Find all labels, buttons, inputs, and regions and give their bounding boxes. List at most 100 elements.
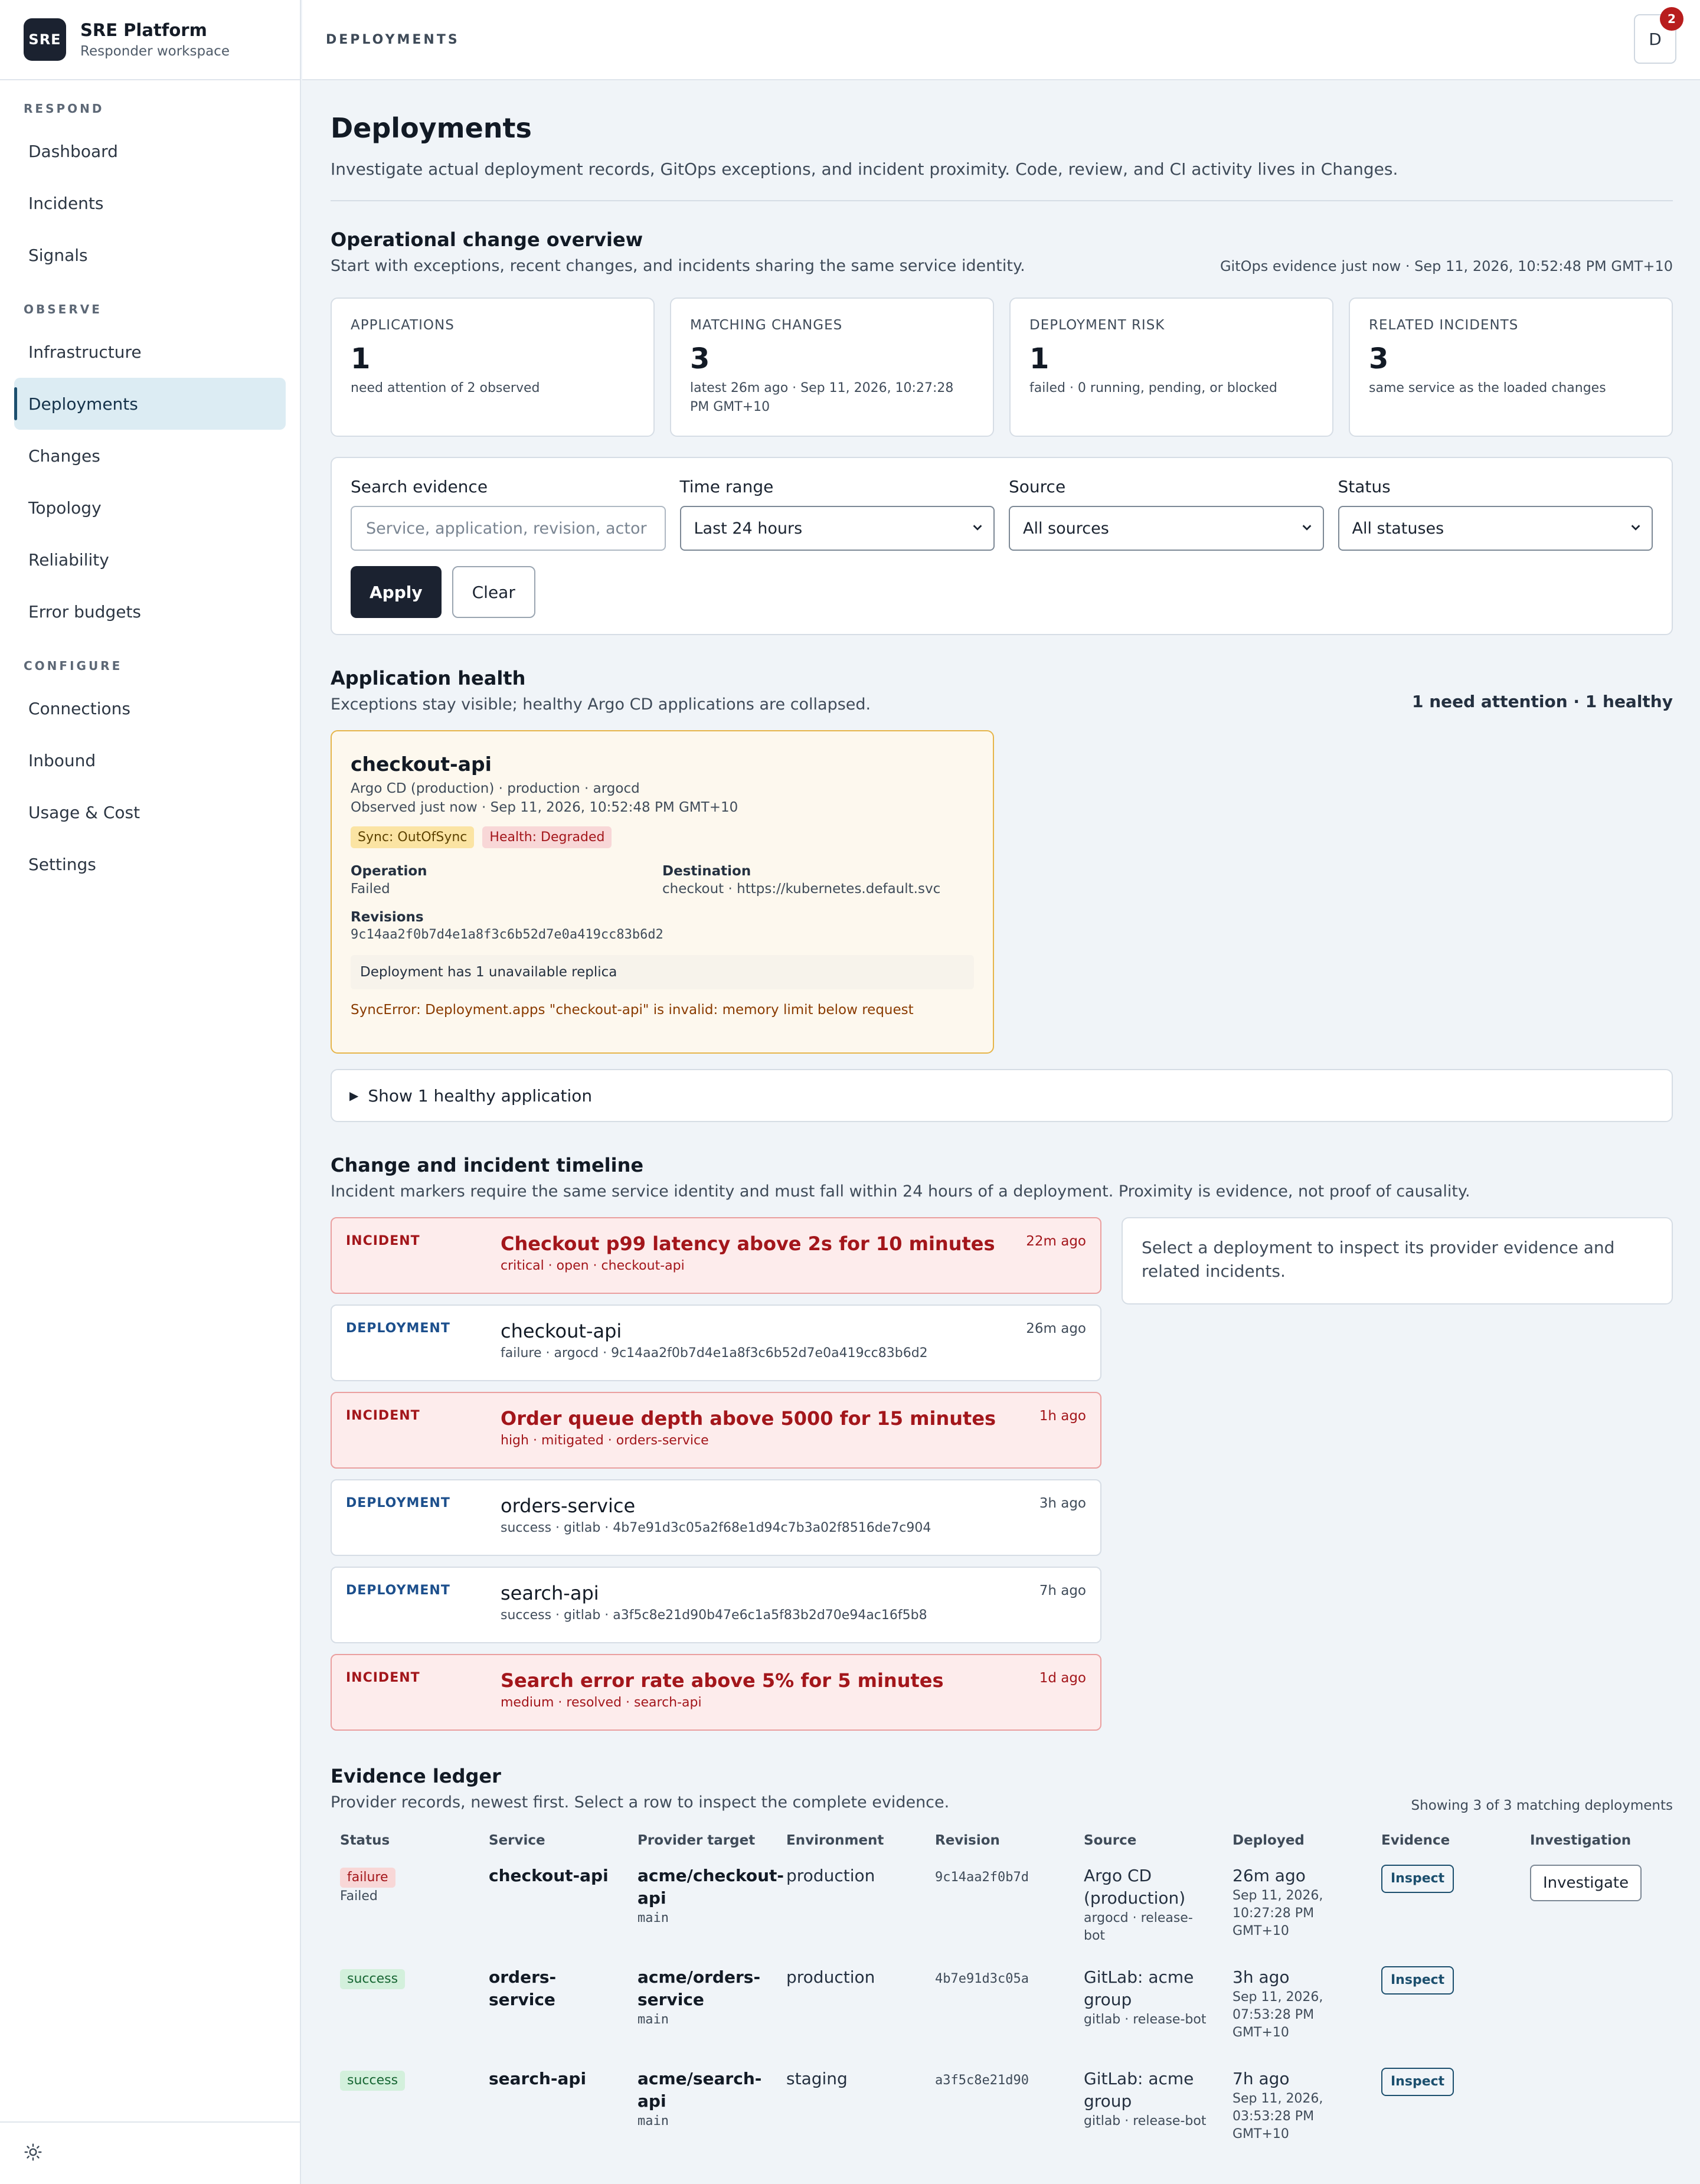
timeline-when: 3h ago (1039, 1496, 1086, 1511)
table-row[interactable]: success search-api acme/search-api main … (331, 2061, 1673, 2160)
health-status-badge: Health: Degraded (482, 826, 612, 848)
nav-item-changes[interactable]: Changes (14, 430, 286, 482)
application-card[interactable]: checkout-api Argo CD (production) · prod… (331, 730, 994, 1054)
nav-item-inbound[interactable]: Inbound (14, 734, 286, 786)
apply-button[interactable]: Apply (351, 566, 442, 618)
chevron-down-icon (1629, 519, 1642, 538)
avatar-initial: D (1649, 29, 1662, 49)
operation-label: Operation (351, 864, 427, 879)
status-select[interactable]: All statuses (1338, 506, 1653, 551)
nav-item-reliability[interactable]: Reliability (14, 534, 286, 586)
source-detail: gitlab · release-bot (1084, 2114, 1207, 2129)
brand-subtitle: Responder workspace (80, 44, 230, 59)
timeline-sub: high · mitigated · orders-service (501, 1433, 709, 1448)
timeline-incident[interactable]: INCIDENT Order queue depth above 5000 fo… (331, 1392, 1101, 1469)
timeline-title: Change and incident timeline (331, 1154, 644, 1176)
nav-item-error-budgets[interactable]: Error budgets (14, 586, 286, 637)
revisions-label: Revisions (351, 910, 424, 925)
timeline-sub: success · gitlab · 4b7e91d3c05a2f68e1d94… (501, 1521, 931, 1535)
column-header: Revision (935, 1833, 1000, 1848)
branch: main (638, 2114, 669, 2129)
timeline-description: Incident markers require the same servic… (331, 1182, 1470, 1201)
deployed-ago: 3h ago (1232, 1967, 1290, 1987)
avatar-button[interactable]: D 2 (1634, 7, 1683, 64)
column-header: Service (489, 1833, 545, 1848)
app-name: checkout-api (351, 753, 492, 776)
timeline-list: INCIDENT Checkout p99 latency above 2s f… (331, 1217, 1101, 1741)
search-input[interactable]: Service, application, revision, actor (351, 506, 666, 551)
nav-item-dashboard[interactable]: Dashboard (14, 125, 286, 177)
nav-item-usage-cost[interactable]: Usage & Cost (14, 786, 286, 838)
column-header: Status (340, 1833, 390, 1848)
time-range-select[interactable]: Last 24 hours (679, 506, 995, 551)
kpi-sub: same service as the loaded changes (1369, 381, 1606, 395)
nav-item-connections[interactable]: Connections (14, 682, 286, 734)
branch: main (638, 2012, 669, 2027)
sun-icon[interactable] (24, 2143, 42, 2164)
nav-item-infrastructure[interactable]: Infrastructure (14, 326, 286, 378)
timeline-title: Search error rate above 5% for 5 minutes (501, 1669, 944, 1692)
kpi-card-applications: APPLICATIONS 1 need attention of 2 obser… (331, 297, 655, 437)
table-row[interactable]: success orders-service acme/orders-servi… (331, 1959, 1673, 2061)
status-detail: Failed (340, 1889, 378, 1904)
show-healthy-toggle[interactable]: ▶ Show 1 healthy application (331, 1069, 1673, 1122)
column-header: Evidence (1381, 1833, 1450, 1848)
application-health-section: Application health Exceptions stay visib… (331, 667, 1673, 1122)
source-select[interactable]: All sources (1009, 506, 1324, 551)
show-healthy-label: Show 1 healthy application (368, 1086, 593, 1106)
column-header: Deployed (1232, 1833, 1305, 1848)
timeline-when: 1d ago (1039, 1670, 1086, 1686)
timeline-incident[interactable]: INCIDENT Checkout p99 latency above 2s f… (331, 1217, 1101, 1294)
topbar: DEPLOYMENTS D 2 (302, 0, 1700, 80)
chevron-down-icon (1300, 519, 1313, 538)
kpi-value: 3 (1369, 342, 1389, 375)
operation-value: Failed (351, 881, 390, 897)
timeline-title: checkout-api (501, 1320, 622, 1342)
nav-item-deployments[interactable]: Deployments (14, 378, 286, 430)
timeline-sub: success · gitlab · a3f5c8e21d90b47e6c1a5… (501, 1608, 927, 1623)
timeline-title: search-api (501, 1582, 599, 1604)
timeline-detail-panel: Select a deployment to inspect its provi… (1122, 1217, 1673, 1304)
page-description: Investigate actual deployment records, G… (331, 159, 1398, 179)
nav-item-settings[interactable]: Settings (14, 838, 286, 890)
brand-logo: SRE (24, 18, 66, 61)
deployed-at: Sep 11, 2026, 10:27:28 PM GMT+10 (1232, 1888, 1323, 1938)
timeline-deployment[interactable]: DEPLOYMENT orders-service success · gitl… (331, 1479, 1101, 1556)
health-summary: 1 need attention · 1 healthy (1411, 692, 1673, 711)
timeline-when: 22m ago (1026, 1234, 1086, 1249)
environment: production (786, 1866, 875, 1885)
nav-item-incidents[interactable]: Incidents (14, 177, 286, 229)
status-badge: success (340, 1969, 406, 1989)
search-placeholder: Service, application, revision, actor (366, 519, 647, 538)
timeline-title: orders-service (501, 1495, 636, 1517)
sync-status-badge: Sync: OutOfSync (351, 826, 475, 848)
nav-item-signals[interactable]: Signals (14, 229, 286, 281)
investigate-button[interactable]: Investigate (1530, 1865, 1642, 1901)
nav-item-topology[interactable]: Topology (14, 482, 286, 534)
app-sync-error: SyncError: Deployment.apps "checkout-api… (351, 1002, 914, 1018)
timeline-deployment[interactable]: DEPLOYMENT checkout-api failure · argocd… (331, 1304, 1101, 1381)
kpi-card-matching-changes: MATCHING CHANGES 3 latest 26m ago · Sep … (670, 297, 994, 437)
timeline-kind: DEPLOYMENT (346, 1321, 450, 1336)
deployed-ago: 26m ago (1232, 1866, 1306, 1885)
page-title: Deployments (331, 112, 532, 144)
kpi-label: MATCHING CHANGES (690, 318, 843, 333)
timeline-deployment[interactable]: DEPLOYMENT search-api success · gitlab ·… (331, 1567, 1101, 1643)
table-row[interactable]: failure Failed checkout-api acme/checkou… (331, 1858, 1673, 1959)
nav-section-respond: RESPOND (24, 102, 104, 116)
inspect-button[interactable]: Inspect (1381, 2068, 1454, 2096)
ledger-title: Evidence ledger (331, 1765, 501, 1787)
evidence-table: Status Service Provider target Environme… (331, 1823, 1673, 2160)
timeline-kind: INCIDENT (346, 1234, 420, 1248)
status-value: All statuses (1352, 519, 1444, 538)
source-value: All sources (1023, 519, 1109, 538)
chevron-down-icon (971, 519, 984, 538)
inspect-button[interactable]: Inspect (1381, 1865, 1454, 1893)
inspect-button[interactable]: Inspect (1381, 1966, 1454, 1995)
kpi-card-related-incidents: RELATED INCIDENTS 3 same service as the … (1349, 297, 1673, 437)
clear-button[interactable]: Clear (452, 566, 535, 618)
timeline-when: 26m ago (1026, 1321, 1086, 1336)
search-label: Search evidence (351, 477, 488, 496)
deployed-at: Sep 11, 2026, 03:53:28 PM GMT+10 (1232, 2091, 1323, 2142)
timeline-incident[interactable]: INCIDENT Search error rate above 5% for … (331, 1654, 1101, 1731)
